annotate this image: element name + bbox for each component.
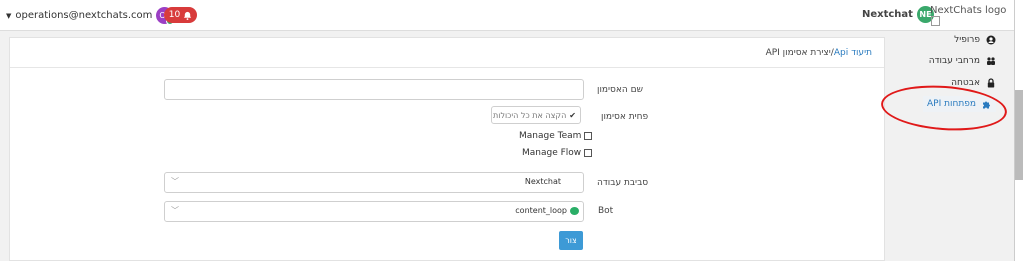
chevron-down-icon: ﹀ bbox=[171, 177, 179, 186]
workspace-select[interactable]: ﹀ Nextchat bbox=[164, 172, 584, 193]
manage-flow-option: Manage Flow bbox=[522, 148, 593, 158]
wechat-icon bbox=[570, 206, 579, 215]
sidebar-item-profile[interactable]: פרופיל bbox=[954, 35, 996, 45]
sidebar-item-label: פרופיל bbox=[954, 35, 980, 45]
scope-label: פחית אסימון bbox=[601, 112, 649, 122]
side-panel-strip bbox=[1014, 0, 1024, 261]
bot-value: content_loop bbox=[515, 206, 567, 215]
workspace-value: Nextchat bbox=[524, 177, 561, 186]
manage-flow-checkbox[interactable] bbox=[584, 149, 593, 157]
breadcrumb-link[interactable]: תיעוד Api bbox=[834, 48, 872, 58]
notifications-badge[interactable]: 10 bbox=[164, 7, 197, 23]
breadcrumb-separator: / bbox=[830, 48, 834, 58]
sidebar-item-workspaces[interactable]: מרחבי עבודה bbox=[929, 56, 996, 66]
scrollbar[interactable] bbox=[1015, 90, 1023, 180]
manage-team-option: Manage Team bbox=[519, 131, 593, 141]
bot-value-wrap: content_loop bbox=[515, 206, 579, 215]
settings-sidebar: פרופיל מרחבי עבודה אבטחה מפתחות API bbox=[889, 30, 1014, 261]
broken-image-icon bbox=[931, 16, 940, 26]
workspace-label: סביבת עבודה bbox=[597, 178, 649, 188]
user-circle-icon bbox=[986, 35, 996, 45]
workspace-brand[interactable]: Nextchat NE bbox=[862, 6, 934, 23]
divider bbox=[10, 67, 884, 68]
chevron-down-icon: ﹀ bbox=[171, 206, 179, 215]
user-email: operations@nextchats.com bbox=[15, 10, 153, 21]
main-card: תיעוד Api / יצירת אסימון API שם האסימון … bbox=[9, 37, 885, 261]
logo: NextChats logo bbox=[930, 5, 1014, 27]
breadcrumb-current: יצירת אסימון API bbox=[765, 48, 831, 58]
bot-select[interactable]: ﹀ content_loop bbox=[164, 201, 584, 222]
manage-team-label: Manage Team bbox=[519, 131, 582, 141]
users-icon bbox=[986, 56, 996, 66]
checkmark-icon: ✔ bbox=[569, 110, 576, 120]
top-bar: ▼ operations@nextchats.com OP 10 Nextcha… bbox=[0, 0, 1014, 31]
sidebar-item-label: מרחבי עבודה bbox=[928, 56, 980, 66]
breadcrumb: תיעוד Api / יצירת אסימון API bbox=[766, 48, 872, 58]
manage-team-checkbox[interactable] bbox=[584, 132, 593, 140]
manage-flow-label: Manage Flow bbox=[522, 148, 582, 158]
lock-icon bbox=[986, 78, 996, 88]
notification-count: 10 bbox=[168, 10, 181, 20]
user-menu[interactable]: ▼ operations@nextchats.com OP bbox=[6, 7, 175, 25]
caret-down-icon: ▼ bbox=[6, 11, 12, 20]
scope-value: הקצה את כל היכולות bbox=[493, 110, 567, 120]
create-button[interactable]: צור bbox=[559, 231, 583, 250]
logo-alt-text: NextChats logo bbox=[930, 5, 1007, 16]
token-name-label: שם האסימון bbox=[597, 85, 643, 95]
scope-select[interactable]: ✔ הקצה את כל היכולות bbox=[491, 106, 581, 124]
bell-icon bbox=[184, 11, 192, 20]
brand-name: Nextchat bbox=[862, 9, 913, 20]
bot-label: Bot bbox=[598, 206, 614, 216]
token-name-input[interactable] bbox=[164, 79, 584, 100]
